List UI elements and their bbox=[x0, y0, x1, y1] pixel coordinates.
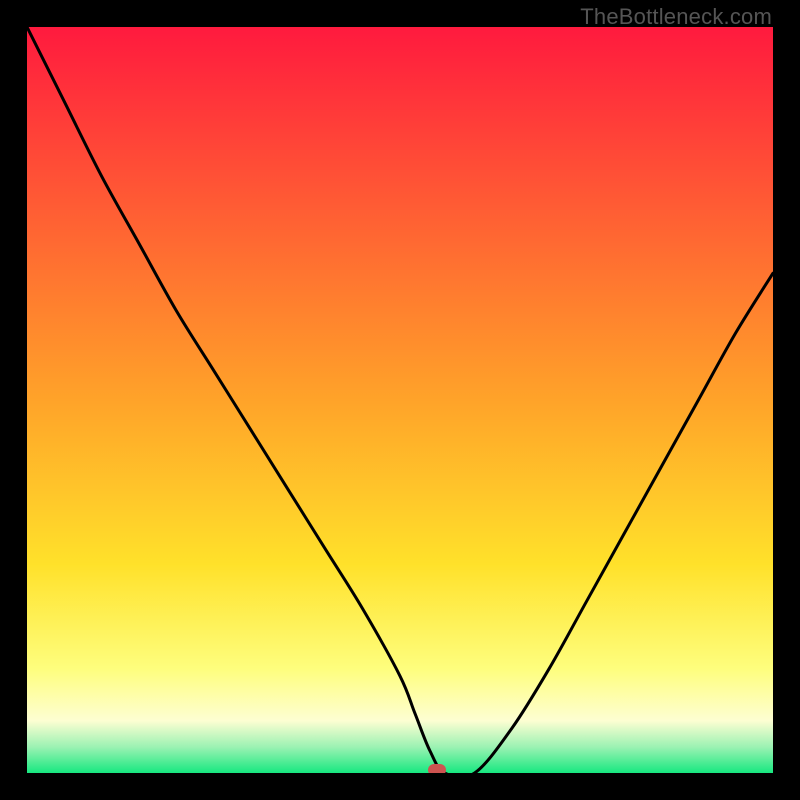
plot-area bbox=[27, 27, 773, 773]
chart-frame: TheBottleneck.com bbox=[0, 0, 800, 800]
bottleneck-curve bbox=[27, 27, 773, 773]
curve-path bbox=[27, 27, 773, 773]
optimal-point-marker bbox=[428, 764, 446, 773]
